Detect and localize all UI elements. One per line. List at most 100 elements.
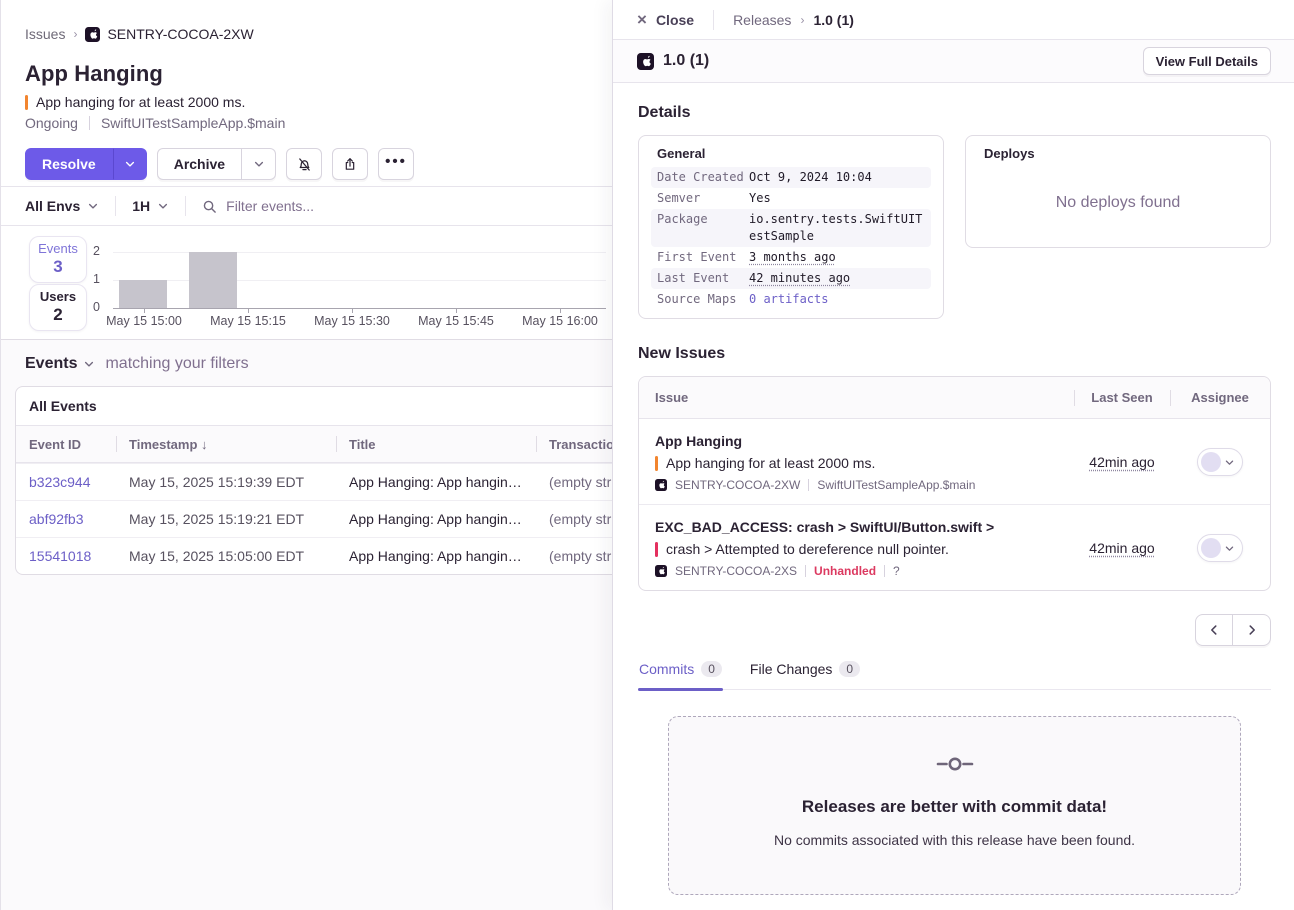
drawer-header: × Close Releases › 1.0 (1) bbox=[613, 0, 1294, 40]
column-header-transaction[interactable]: Transaction bbox=[536, 437, 612, 452]
issue-project-slug: SENTRY-COCOA-2XW bbox=[675, 478, 800, 492]
chevron-down-icon bbox=[253, 158, 265, 170]
previous-page-button[interactable] bbox=[1195, 614, 1233, 646]
tab-commits[interactable]: Commits 0 bbox=[638, 655, 723, 689]
release-tabs: Commits 0 File Changes 0 bbox=[638, 655, 1271, 690]
deploys-card-title: Deploys bbox=[978, 146, 1258, 161]
divider bbox=[805, 565, 806, 577]
all-events-table: All Events Event ID Timestamp ↓ Title Tr… bbox=[15, 386, 612, 575]
issue-project-slug: SENTRY-COCOA-2XS bbox=[675, 564, 797, 578]
issue-last-seen: 42min ago bbox=[1074, 454, 1170, 470]
time-period-filter[interactable]: 1H bbox=[132, 198, 169, 214]
issue-culprit: SwiftUITestSampleApp.$main bbox=[817, 478, 975, 492]
event-timestamp: May 15, 2025 15:19:21 EDT bbox=[116, 511, 336, 527]
event-filter-bar: All Envs 1H bbox=[1, 186, 612, 226]
issue-title: App Hanging bbox=[25, 61, 588, 87]
column-header-title[interactable]: Title bbox=[336, 437, 536, 452]
chevron-right-icon: › bbox=[800, 13, 804, 27]
new-issue-row[interactable]: App Hanging App hanging for at least 200… bbox=[639, 419, 1270, 505]
tab-file-changes[interactable]: File Changes 0 bbox=[749, 655, 861, 689]
event-id-link[interactable]: abf92fb3 bbox=[16, 511, 116, 527]
y-tick-label: 2 bbox=[80, 244, 100, 258]
kv-row-last-event: Last Event 42 minutes ago bbox=[651, 268, 931, 289]
file-changes-count-badge: 0 bbox=[839, 661, 860, 677]
issue-culprit: SwiftUITestSampleApp.$main bbox=[101, 115, 285, 131]
issue-header: Issues › SENTRY-COCOA-2XW App Hanging Ap… bbox=[1, 0, 612, 180]
view-full-details-button[interactable]: View Full Details bbox=[1143, 47, 1271, 75]
event-id-link[interactable]: 15541018 bbox=[16, 548, 116, 564]
filter-events-input[interactable] bbox=[226, 198, 588, 214]
issue-message: App hanging for at least 2000 ms. bbox=[36, 94, 245, 110]
chevron-down-icon[interactable] bbox=[83, 358, 95, 370]
drawer-close-button[interactable]: × Close bbox=[637, 11, 694, 28]
column-header-issue: Issue bbox=[639, 390, 1074, 405]
release-name: 1.0 (1) bbox=[663, 52, 1143, 70]
share-upload-icon bbox=[342, 156, 358, 172]
divider bbox=[115, 196, 116, 216]
x-tick-label: May 15 15:30 bbox=[307, 314, 397, 328]
breadcrumb-releases-link[interactable]: Releases bbox=[733, 12, 791, 28]
commits-empty-state: Releases are better with commit data! No… bbox=[668, 716, 1241, 895]
release-drawer: × Close Releases › 1.0 (1) 1.0 (1) View … bbox=[612, 0, 1294, 910]
issue-details-panel: Issues › SENTRY-COCOA-2XW App Hanging Ap… bbox=[1, 0, 612, 910]
kv-row-date-created: Date Created Oct 9, 2024 10:04 bbox=[651, 167, 931, 188]
chevron-left-icon bbox=[1207, 623, 1221, 637]
archive-button[interactable]: Archive bbox=[157, 148, 242, 180]
x-tick-label: May 15 15:45 bbox=[411, 314, 501, 328]
event-id-link[interactable]: b323c944 bbox=[16, 474, 116, 490]
apple-platform-icon bbox=[637, 53, 654, 70]
issue-link-title: EXC_BAD_ACCESS: crash > SwiftUI/Button.s… bbox=[655, 518, 1064, 537]
y-tick-label: 1 bbox=[80, 272, 100, 286]
events-stat-label: Events bbox=[30, 241, 86, 256]
divider bbox=[884, 565, 885, 577]
empty-state-subtitle: No commits associated with this release … bbox=[689, 832, 1220, 848]
resolve-dropdown-button[interactable] bbox=[113, 148, 147, 180]
kv-row-package: Package io.sentry.tests.SwiftUITestSampl… bbox=[651, 209, 931, 247]
events-heading-suffix: matching your filters bbox=[105, 355, 248, 373]
kv-row-source-maps: Source Maps 0 artifacts bbox=[651, 289, 931, 310]
chevron-down-icon bbox=[157, 200, 169, 212]
commit-icon bbox=[689, 755, 1220, 773]
chart-bar bbox=[119, 280, 167, 308]
column-header-timestamp[interactable]: Timestamp ↓ bbox=[116, 437, 336, 452]
events-heading[interactable]: Events bbox=[25, 355, 77, 373]
assignee-dropdown[interactable] bbox=[1197, 448, 1243, 476]
artifacts-link[interactable]: 0 artifacts bbox=[749, 291, 828, 308]
kv-row-first-event: First Event 3 months ago bbox=[651, 247, 931, 268]
commits-count-badge: 0 bbox=[701, 661, 722, 677]
users-stat-card[interactable]: Users 2 bbox=[29, 284, 87, 331]
environment-filter[interactable]: All Envs bbox=[25, 198, 99, 214]
breadcrumb-release-version: 1.0 (1) bbox=[813, 12, 853, 28]
new-issues-table: Issue Last Seen Assignee App Hanging App… bbox=[638, 376, 1271, 591]
events-stat-value: 3 bbox=[30, 257, 86, 277]
event-table-row: abf92fb3 May 15, 2025 15:19:21 EDT App H… bbox=[16, 500, 612, 537]
assignee-dropdown[interactable] bbox=[1197, 534, 1243, 562]
resolve-button[interactable]: Resolve bbox=[25, 148, 113, 180]
archive-dropdown-button[interactable] bbox=[242, 148, 276, 180]
new-issue-row[interactable]: EXC_BAD_ACCESS: crash > SwiftUI/Button.s… bbox=[639, 505, 1270, 590]
share-button[interactable] bbox=[332, 148, 368, 180]
deploys-empty-message: No deploys found bbox=[978, 167, 1258, 239]
issue-substatus: Ongoing bbox=[25, 115, 78, 131]
column-header-event-id[interactable]: Event ID bbox=[16, 437, 116, 452]
next-page-button[interactable] bbox=[1233, 614, 1271, 646]
level-indicator-warning bbox=[655, 456, 658, 471]
mute-button[interactable] bbox=[286, 148, 322, 180]
avatar-placeholder-icon bbox=[1201, 452, 1221, 472]
issues-pagination bbox=[638, 614, 1271, 646]
chevron-down-icon bbox=[1224, 543, 1235, 554]
issue-row-message: crash > Attempted to dereference null po… bbox=[666, 540, 949, 559]
users-stat-label: Users bbox=[30, 289, 86, 304]
drawer-breadcrumb: Releases › 1.0 (1) bbox=[733, 12, 854, 28]
event-timestamp: May 15, 2025 15:19:39 EDT bbox=[116, 474, 336, 490]
chevron-down-icon bbox=[87, 200, 99, 212]
issue-action-bar: Resolve Archive ••• bbox=[25, 148, 588, 180]
x-tick-label: May 15 16:00 bbox=[515, 314, 605, 328]
divider bbox=[89, 116, 90, 130]
apple-platform-icon bbox=[655, 479, 667, 491]
bell-slash-icon bbox=[296, 156, 313, 173]
events-stat-card[interactable]: Events 3 bbox=[29, 236, 87, 283]
more-actions-button[interactable]: ••• bbox=[378, 148, 414, 180]
breadcrumb-issues-link[interactable]: Issues bbox=[25, 26, 65, 42]
event-transaction: (empty str… bbox=[536, 548, 612, 564]
